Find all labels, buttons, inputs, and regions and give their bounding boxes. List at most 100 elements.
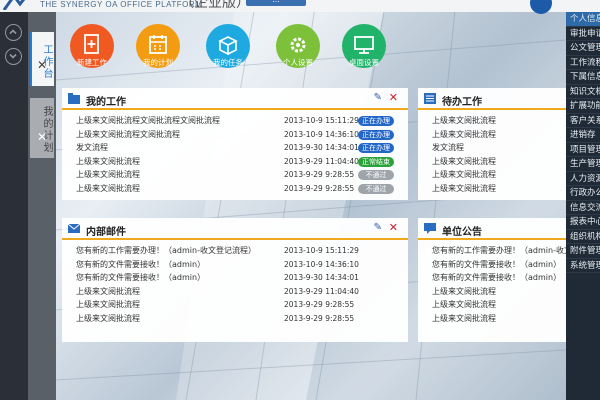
todo-panel: 待办工作 上级来文阅批流程 上级来文阅批流程 发文流程 上级来文阅批流程 上级来… <box>418 88 566 200</box>
list-item[interactable]: 上级来文阅批流程 <box>428 285 566 299</box>
panel-title: 待办工作 <box>442 97 482 108</box>
table-row[interactable]: 上级来文阅批流程 2013-9-29 11:04:40 正常结束 <box>72 155 408 169</box>
row-title[interactable]: 上级来文阅批流程 <box>432 128 496 142</box>
menu-item[interactable]: 下属信息 <box>566 70 600 85</box>
menu-item[interactable]: 系统管理 <box>566 259 600 273</box>
row-title[interactable]: 上级来文阅批流程 <box>76 155 140 169</box>
table-row[interactable]: 发文流程 2013-9-30 14:34:01 正在办理 <box>72 141 408 155</box>
row-title[interactable]: 发文流程 <box>432 141 464 155</box>
list-item[interactable]: 上级来文阅批流程 <box>428 312 566 326</box>
shortcut-personal-settings[interactable]: 个人设置 <box>270 24 326 68</box>
row-title[interactable]: 上级来文阅批流程 <box>432 155 496 169</box>
shortcut-label: 桌面设置 <box>349 58 379 67</box>
folder-icon <box>68 93 80 104</box>
menu-item[interactable]: 知识文档 <box>566 85 600 99</box>
list-item[interactable]: 您有新的文件需要接收！（admin） <box>428 258 566 272</box>
row-title[interactable]: 上级来文阅批流程 <box>432 168 496 182</box>
close-icon[interactable]: ✕ <box>30 58 54 72</box>
edit-icon[interactable]: ✎ <box>374 92 382 103</box>
table-row[interactable]: 您有新的工作需要办理！（admin-收文登记流程） 2013-10-9 15:11… <box>72 244 408 258</box>
row-title[interactable]: 上级来文阅批流程 <box>76 182 140 196</box>
user-avatar[interactable] <box>530 0 552 14</box>
shortcut-my-plan[interactable]: 我的计划 <box>130 24 186 68</box>
row-title[interactable]: 上级来文阅批流程 <box>432 182 496 196</box>
shortcut-desktop-settings[interactable]: 桌面设置 <box>336 24 392 68</box>
row-title[interactable]: 上级来文阅批流程 <box>76 168 140 182</box>
mail-panel: 内部邮件 ✎ ✕ 您有新的工作需要办理！（admin-收文登记流程） 2013-1… <box>62 218 408 342</box>
row-title[interactable]: 上级来文阅批流程 <box>432 298 496 312</box>
row-title[interactable]: 您有新的文件需要接收！（admin） <box>432 271 561 285</box>
menu-item[interactable]: 组织机构 <box>566 230 600 244</box>
notice-panel: 单位公告 您有新的工作需要办理！（admin-收文登记流 您有新的文件需要接收！… <box>418 218 596 342</box>
right-sidebar-menu: 个人信息 审批申请 公文管理 工作流程 下属信息 知识文档 扩展功能 客户关系 … <box>566 12 600 400</box>
menu-item[interactable]: 附件管理 <box>566 244 600 259</box>
row-title[interactable]: 您有新的文件需要接收！（admin） <box>432 258 561 272</box>
row-title[interactable]: 上级来文阅批流程文阅批流程 <box>76 128 180 142</box>
menu-item[interactable]: 信息交流 <box>566 201 600 215</box>
chevron-down-icon[interactable] <box>5 48 22 65</box>
table-row[interactable]: 上级来文阅批流程 2013-9-29 9:28:55 不通过 <box>72 168 408 182</box>
row-time: 2013-10-9 15:11:29 <box>284 246 359 255</box>
edit-icon[interactable]: ✎ <box>374 222 382 233</box>
logo-icon <box>2 0 26 10</box>
table-row[interactable]: 上级来文阅批流程 2013-9-29 11:04:40 <box>72 285 408 299</box>
close-icon[interactable]: ✕ <box>389 221 398 234</box>
list-item[interactable]: 发文流程 <box>428 141 566 155</box>
row-title[interactable]: 上级来文阅批流程 <box>432 312 496 326</box>
close-icon[interactable]: ✕ <box>389 91 398 104</box>
panel-header: 待办工作 <box>418 88 566 110</box>
row-title[interactable]: 上级来文阅批流程 <box>76 285 140 299</box>
list-item[interactable]: 您有新的工作需要办理！（admin-收文登记流 <box>428 244 596 258</box>
row-time: 2013-9-30 14:34:01 <box>284 143 359 152</box>
list-item[interactable]: 上级来文阅批流程 <box>428 114 566 128</box>
row-title[interactable]: 您有新的文件需要接收！（admin） <box>76 271 205 285</box>
row-title[interactable]: 上级来文阅批流程 <box>76 298 140 312</box>
table-row[interactable]: 上级来文阅批流程 2013-9-29 9:28:55 <box>72 298 408 312</box>
panel-title: 我的工作 <box>86 97 126 108</box>
row-title[interactable]: 您有新的工作需要办理！（admin-收文登记流程） <box>76 244 256 258</box>
table-row[interactable]: 上级来文阅批流程文阅批流程文阅批流程 2013-10-9 15:11:29 正在办理 <box>72 114 408 128</box>
menu-item[interactable]: 扩展功能 <box>566 99 600 114</box>
row-title[interactable]: 发文流程 <box>76 141 108 155</box>
list-item[interactable]: 您有新的文件需要接收！（admin） <box>428 271 566 285</box>
row-title[interactable]: 上级来文阅批流程文阅批流程文阅批流程 <box>76 114 220 128</box>
header-button[interactable]: ... <box>246 0 306 6</box>
row-title[interactable]: 上级来文阅批流程 <box>76 312 140 326</box>
row-time: 2013-10-9 14:36:10 <box>284 259 359 269</box>
menu-item[interactable]: 个人信息 <box>566 12 600 27</box>
menu-item[interactable]: 客户关系 <box>566 114 600 128</box>
shortcut-label: 新建工作 <box>77 58 107 67</box>
menu-item[interactable]: 人力资源 <box>566 172 600 186</box>
list-item[interactable]: 上级来文阅批流程 <box>428 182 566 196</box>
table-row[interactable]: 上级来文阅批流程 2013-9-29 9:28:55 不通过 <box>72 182 408 196</box>
table-row[interactable]: 您有新的文件需要接收！（admin） 2013-10-9 14:36:10 <box>72 258 408 272</box>
list-item[interactable]: 上级来文阅批流程 <box>428 155 566 169</box>
menu-item[interactable]: 公文管理 <box>566 41 600 56</box>
menu-item[interactable]: 进销存 <box>566 128 600 143</box>
status-badge: 正常结束 <box>358 156 394 167</box>
table-row[interactable]: 您有新的文件需要接收！（admin） 2013-9-30 14:34:01 <box>72 271 408 285</box>
table-row[interactable]: 上级来文阅批流程文阅批流程 2013-10-9 14:36:10 正在办理 <box>72 128 408 142</box>
row-time: 2013-10-9 15:11:29 <box>284 116 359 125</box>
close-icon[interactable]: ✕ <box>30 130 54 144</box>
shortcut-my-task[interactable]: 我的任务 <box>200 24 256 68</box>
list-item[interactable]: 上级来文阅批流程 <box>428 168 566 182</box>
shortcut-new-work[interactable]: 新建工作 <box>64 24 120 68</box>
menu-item[interactable]: 工作流程 <box>566 56 600 70</box>
row-title[interactable]: 上级来文阅批流程 <box>432 114 496 128</box>
row-time: 2013-9-29 9:28:55 <box>284 183 355 193</box>
list-item[interactable]: 上级来文阅批流程 <box>428 298 566 312</box>
list-item[interactable]: 上级来文阅批流程 <box>428 128 566 142</box>
menu-item[interactable]: 项目管理 <box>566 143 600 157</box>
status-badge: 不通过 <box>358 183 394 194</box>
tab-my-plan[interactable]: 我的计划 <box>30 98 54 158</box>
menu-item[interactable]: 行政办公 <box>566 186 600 201</box>
row-title[interactable]: 您有新的文件需要接收！（admin） <box>76 258 205 272</box>
menu-item[interactable]: 生产管理 <box>566 157 600 172</box>
status-badge: 不通过 <box>358 170 394 180</box>
chevron-up-icon[interactable] <box>5 24 22 41</box>
table-row[interactable]: 上级来文阅批流程 2013-9-29 9:28:55 <box>72 312 408 326</box>
menu-item[interactable]: 审批申请 <box>566 27 600 41</box>
menu-item[interactable]: 报表中心 <box>566 215 600 230</box>
row-title[interactable]: 上级来文阅批流程 <box>432 285 496 299</box>
